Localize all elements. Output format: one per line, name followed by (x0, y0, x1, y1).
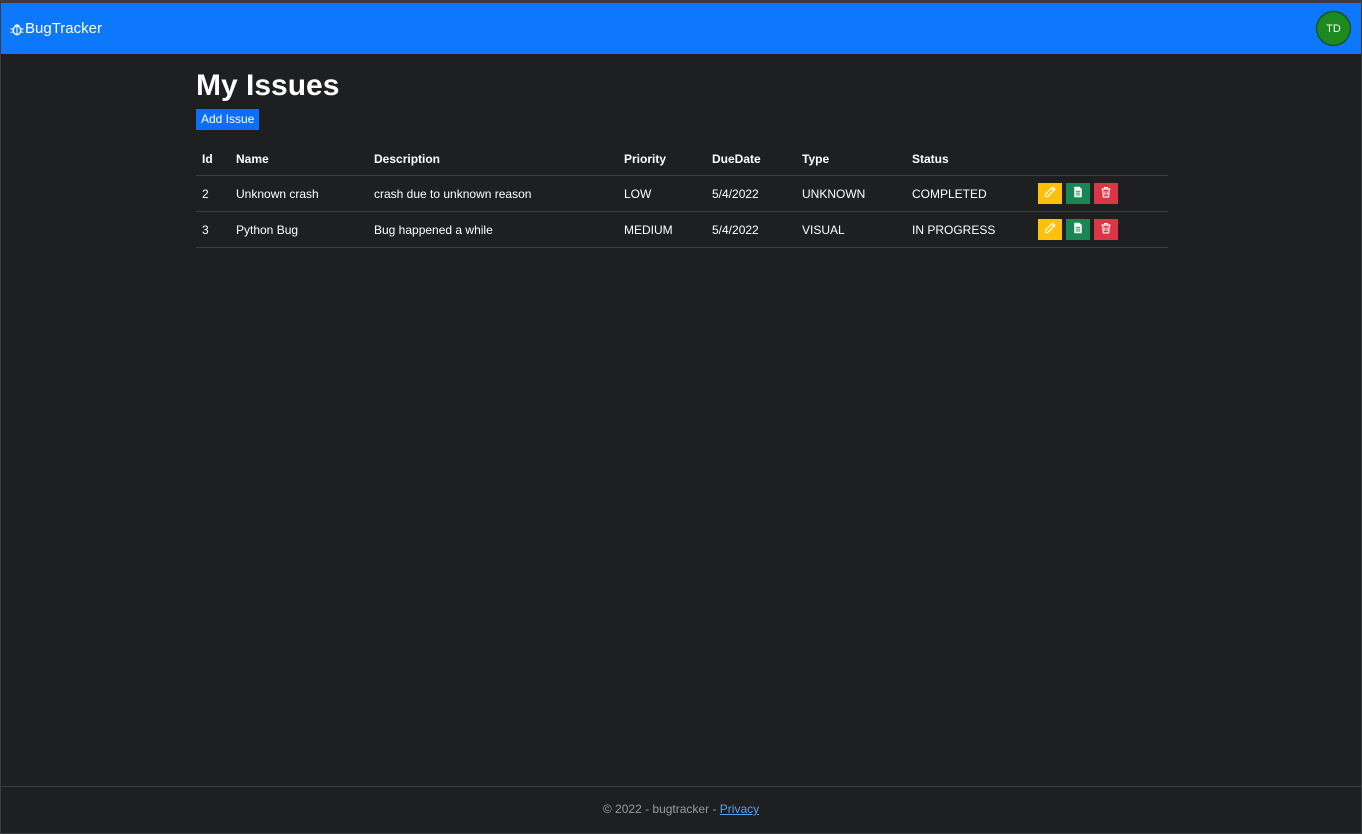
issues-table: Id Name Description Priority DueDate Typ… (196, 143, 1168, 248)
cell-id: 2 (196, 175, 230, 212)
cell-id: 3 (196, 211, 230, 248)
cell-description: Bug happened a while (368, 211, 618, 248)
details-button[interactable] (1066, 183, 1090, 204)
bug-icon (10, 22, 25, 36)
brand-text: BugTracker (25, 20, 102, 37)
trash-icon (1100, 222, 1112, 237)
cell-name: Unknown crash (230, 175, 368, 212)
header-description: Description (368, 143, 618, 176)
document-icon (1072, 186, 1084, 201)
pencil-icon (1044, 186, 1056, 201)
header-name: Name (230, 143, 368, 176)
add-issue-button[interactable]: Add Issue (196, 109, 260, 130)
header-priority: Priority (618, 143, 706, 176)
edit-button[interactable] (1038, 219, 1062, 240)
cell-actions (1032, 211, 1168, 248)
table-header-row: Id Name Description Priority DueDate Typ… (196, 143, 1168, 176)
cell-priority: MEDIUM (618, 211, 706, 248)
privacy-link[interactable]: Privacy (720, 802, 759, 816)
cell-status: IN PROGRESS (906, 211, 1032, 248)
cell-type: UNKNOWN (796, 175, 906, 212)
header-id: Id (196, 143, 230, 176)
cell-name: Python Bug (230, 211, 368, 248)
header-status: Status (906, 143, 1032, 176)
edit-button[interactable] (1038, 183, 1062, 204)
cell-actions (1032, 175, 1168, 212)
navbar: BugTracker TD (1, 3, 1361, 54)
cell-priority: LOW (618, 175, 706, 212)
document-icon (1072, 222, 1084, 237)
header-actions (1032, 143, 1168, 176)
table-row: 2 Unknown crash crash due to unknown rea… (196, 175, 1168, 212)
user-avatar[interactable]: TD (1316, 11, 1351, 46)
details-button[interactable] (1066, 219, 1090, 240)
table-row: 3 Python Bug Bug happened a while MEDIUM… (196, 211, 1168, 248)
page-title: My Issues (196, 69, 340, 102)
delete-button[interactable] (1094, 219, 1118, 240)
header-type: Type (796, 143, 906, 176)
footer-copyright: © 2022 - bugtracker - (602, 802, 720, 816)
brand-link[interactable]: BugTracker (10, 20, 102, 37)
cell-duedate: 5/4/2022 (706, 211, 796, 248)
trash-icon (1100, 186, 1112, 201)
cell-description: crash due to unknown reason (368, 175, 618, 212)
app-window: BugTracker TD My Issues Add Issue Id Nam… (1, 3, 1361, 833)
header-duedate: DueDate (706, 143, 796, 176)
delete-button[interactable] (1094, 183, 1118, 204)
pencil-icon (1044, 222, 1056, 237)
footer: © 2022 - bugtracker - Privacy (1, 786, 1361, 834)
cell-status: COMPLETED (906, 175, 1032, 212)
cell-duedate: 5/4/2022 (706, 175, 796, 212)
cell-type: VISUAL (796, 211, 906, 248)
